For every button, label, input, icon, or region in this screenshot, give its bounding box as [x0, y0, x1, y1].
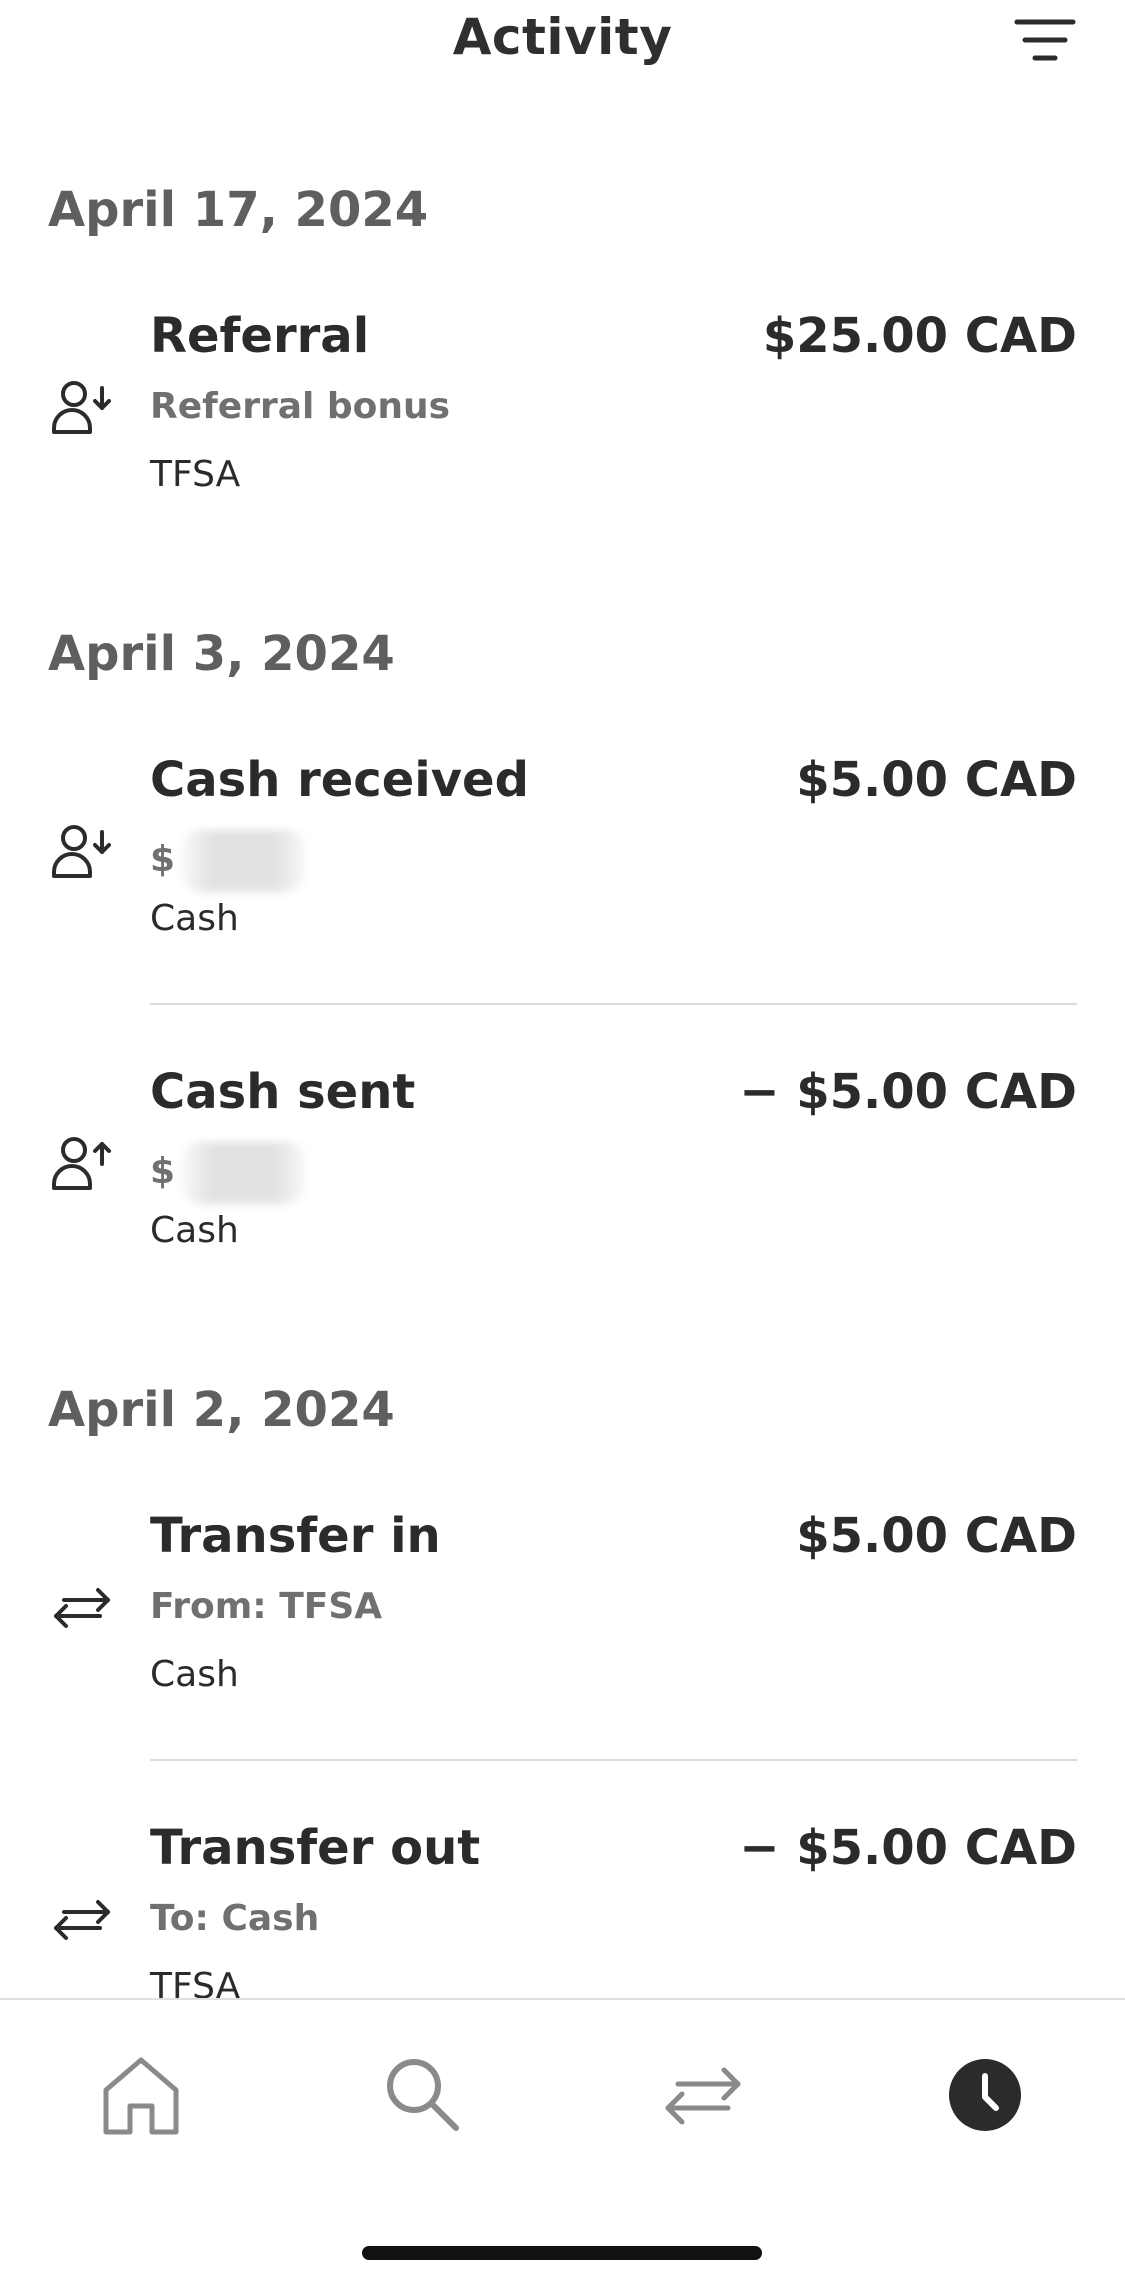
transfer-arrows-icon — [665, 2067, 741, 2125]
person-arrow-up-icon — [50, 1132, 114, 1196]
divider — [150, 1003, 1077, 1005]
home-icon — [103, 2057, 179, 2135]
redacted-amount-prefix: $ — [150, 839, 176, 880]
transaction-account: TFSA — [150, 454, 241, 495]
transaction-row[interactable]: Cash sent − $5.00 CAD $ Cash — [0, 1064, 1125, 1264]
transaction-amount: − $5.00 CAD — [739, 1064, 1077, 1120]
activity-list: April 17, 2024 Referral $25.00 CAD Refer… — [0, 90, 1125, 1998]
transaction-account: TFSA — [150, 1966, 241, 1998]
transaction-amount: − $5.00 CAD — [739, 1820, 1077, 1876]
search-icon — [387, 2059, 459, 2131]
date-header: April 17, 2024 — [48, 182, 429, 238]
transaction-title: Transfer out — [150, 1820, 481, 1876]
filter-lines-icon — [1014, 19, 1076, 61]
transaction-amount: $25.00 CAD — [762, 308, 1077, 364]
date-header: April 2, 2024 — [48, 1382, 395, 1438]
person-arrow-down-icon — [50, 376, 114, 440]
tab-search[interactable] — [378, 2050, 468, 2140]
transaction-subtitle: $ — [150, 1142, 307, 1204]
transaction-subtitle: Referral bonus — [150, 386, 451, 427]
divider — [150, 1759, 1077, 1761]
transaction-subtitle: To: Cash — [150, 1898, 320, 1939]
transaction-title: Referral — [150, 308, 370, 364]
transaction-amount: $5.00 CAD — [796, 1508, 1077, 1564]
transaction-title: Transfer in — [150, 1508, 441, 1564]
transaction-row[interactable]: Transfer in $5.00 CAD From: TFSA Cash — [0, 1508, 1125, 1708]
redacted-value — [181, 830, 307, 892]
transaction-row[interactable]: Cash received $5.00 CAD $ Cash — [0, 752, 1125, 952]
transaction-account: Cash — [150, 1210, 239, 1251]
page-title: Activity — [452, 8, 673, 66]
date-header: April 3, 2024 — [48, 626, 395, 682]
tab-move[interactable] — [658, 2050, 748, 2140]
transaction-amount: $5.00 CAD — [796, 752, 1077, 808]
transaction-account: Cash — [150, 898, 239, 939]
person-arrow-down-icon — [50, 820, 114, 884]
home-indicator — [362, 2246, 762, 2260]
clock-icon — [949, 2059, 1021, 2131]
transfer-arrows-icon — [50, 1888, 114, 1952]
tab-home[interactable] — [96, 2050, 186, 2140]
transfer-arrows-icon — [50, 1576, 114, 1640]
filter-button[interactable] — [1013, 16, 1077, 68]
transaction-title: Cash sent — [150, 1064, 416, 1120]
transaction-subtitle: From: TFSA — [150, 1586, 383, 1627]
transaction-subtitle: $ — [150, 830, 307, 892]
redacted-amount-prefix: $ — [150, 1151, 176, 1192]
bottom-tab-bar — [0, 1998, 1125, 2286]
app-header: Activity — [0, 0, 1125, 90]
transaction-row[interactable]: Referral $25.00 CAD Referral bonus TFSA — [0, 308, 1125, 508]
transaction-row[interactable]: Transfer out − $5.00 CAD To: Cash TFSA — [0, 1820, 1125, 1998]
transaction-account: Cash — [150, 1654, 239, 1695]
tab-activity[interactable] — [940, 2050, 1030, 2140]
redacted-value — [181, 1142, 307, 1204]
transaction-title: Cash received — [150, 752, 529, 808]
